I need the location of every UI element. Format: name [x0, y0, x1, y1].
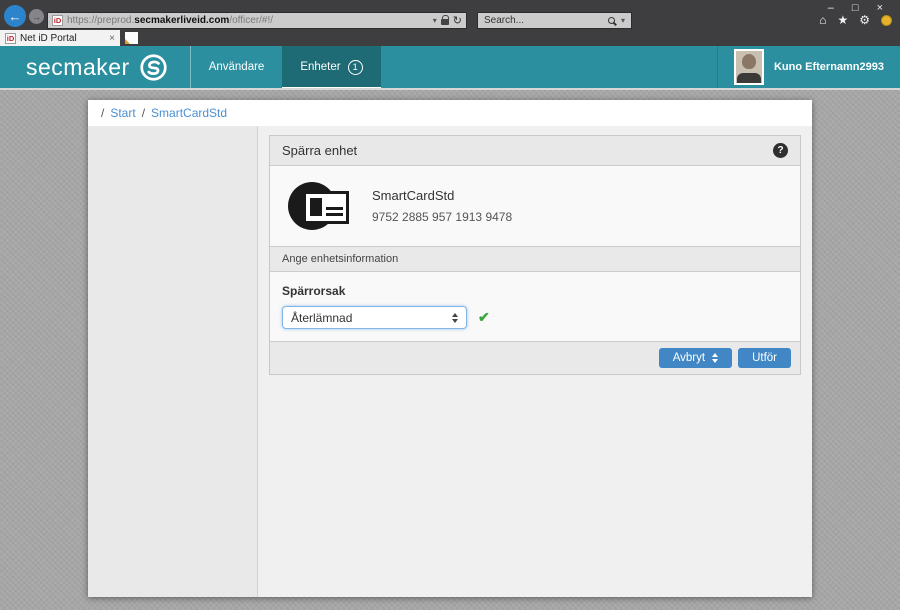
search-box[interactable]: Search... ▾: [477, 12, 632, 29]
favorites-star-icon[interactable]: ★: [837, 13, 848, 27]
forward-button[interactable]: →: [29, 9, 44, 24]
refresh-icon[interactable]: ↻: [453, 14, 462, 27]
panel-footer: Avbryt Utför: [270, 341, 800, 374]
url-text: https://preprod.secmakerliveid.com/offic…: [67, 15, 429, 26]
url-domain: secmakerliveid.com: [134, 15, 230, 26]
back-icon: ←: [8, 8, 22, 24]
block-device-panel: Spärra enhet ? SmartCardStd 9752 2885 95…: [269, 135, 801, 375]
search-icon[interactable]: [607, 17, 615, 24]
feedback-smiley-icon[interactable]: [881, 14, 892, 26]
section-header: Ange enhetsinformation: [270, 246, 800, 272]
user-menu[interactable]: Kuno Efternamn2993: [716, 46, 900, 88]
browser-toolbar-icons: ⌂ ★ ⚙: [819, 13, 892, 27]
panel-title: Spärra enhet: [282, 143, 358, 158]
panel-header: Spärra enhet ?: [270, 136, 800, 166]
url-subdomain: preprod.: [97, 15, 135, 26]
submit-button[interactable]: Utför: [738, 348, 791, 368]
breadcrumb-link-smartcardstd[interactable]: SmartCardStd: [151, 106, 227, 120]
block-reason-row: Återlämnad ✔: [282, 306, 788, 329]
cancel-button-label: Avbryt: [672, 352, 706, 364]
browser-window: ← → iD https://preprod.secmakerliveid.co…: [0, 0, 900, 610]
smartcard-icon-line: [326, 207, 343, 210]
submit-button-label: Utför: [752, 352, 777, 364]
content-card: / Start / SmartCardStd Spärra enhet ? Sm…: [88, 100, 812, 597]
main-nav: Användare Enheter 1: [189, 46, 381, 90]
device-texts: SmartCardStd 9752 2885 957 1913 9478: [372, 188, 512, 224]
user-name: Kuno Efternamn2993: [773, 61, 884, 73]
secmaker-s-icon: [140, 53, 167, 81]
tab-title: Net iD Portal: [20, 32, 77, 44]
secmaker-logo: secmaker: [0, 46, 190, 88]
search-placeholder: Search...: [484, 15, 525, 26]
main-content: Spärra enhet ? SmartCardStd 9752 2885 95…: [258, 126, 812, 597]
select-spinner-icon: [452, 312, 458, 323]
device-name: SmartCardStd: [372, 188, 455, 203]
breadcrumb-separator: /: [141, 106, 146, 120]
browser-tab[interactable]: iD Net iD Portal ×: [0, 30, 120, 46]
updown-arrows-icon: [712, 353, 719, 363]
avatar-photo: [735, 51, 762, 83]
enheter-count-badge: 1: [347, 59, 363, 75]
tab-favicon-icon: iD: [5, 32, 16, 44]
search-dropdown-icon[interactable]: ▾: [621, 16, 625, 25]
block-reason-select[interactable]: Återlämnad: [282, 306, 467, 329]
content-columns: Spärra enhet ? SmartCardStd 9752 2885 95…: [88, 126, 812, 597]
url-scheme: https://: [67, 15, 98, 26]
device-serial-number: 9752 2885 957 1913 9478: [372, 210, 513, 224]
address-dropdown-icon[interactable]: ▾: [433, 16, 437, 25]
back-button[interactable]: ←: [4, 5, 26, 27]
avatar: [733, 49, 764, 85]
smartcard-icon: [288, 180, 350, 232]
breadcrumb: / Start / SmartCardStd: [88, 100, 812, 126]
home-icon[interactable]: ⌂: [819, 13, 826, 27]
forward-icon: →: [32, 11, 41, 22]
valid-check-icon: ✔: [478, 309, 490, 325]
nav-item-enheter[interactable]: Enheter 1: [282, 46, 381, 90]
smartcard-icon-line: [326, 213, 343, 216]
smartcard-icon-photo: [310, 198, 322, 216]
breadcrumb-separator: /: [101, 106, 105, 120]
breadcrumb-link-start[interactable]: Start: [110, 106, 135, 120]
settings-gear-icon[interactable]: ⚙: [859, 13, 870, 27]
left-sidebar: [88, 126, 258, 597]
help-icon[interactable]: ?: [773, 143, 788, 158]
new-tab-button[interactable]: [125, 32, 138, 44]
tab-close-icon[interactable]: ×: [109, 33, 115, 44]
nav-label: Användare: [208, 61, 265, 73]
device-summary: SmartCardStd 9752 2885 957 1913 9478: [270, 166, 800, 246]
url-path: /officer/#!/: [229, 15, 274, 26]
site-favicon-icon: iD: [52, 15, 63, 26]
block-reason-label: Spärrorsak: [282, 284, 346, 298]
nav-label: Enheter: [300, 61, 341, 73]
cancel-button[interactable]: Avbryt: [658, 348, 733, 368]
browser-chrome: ← → iD https://preprod.secmakerliveid.co…: [0, 0, 900, 30]
address-bar[interactable]: iD https://preprod.secmakerliveid.com/of…: [47, 12, 467, 29]
page-background: / Start / SmartCardStd Spärra enhet ? Sm…: [0, 88, 900, 610]
tab-strip: iD Net iD Portal ×: [0, 30, 900, 46]
block-reason-value: Återlämnad: [291, 310, 353, 325]
logo-text: secmaker: [26, 53, 130, 80]
smartcard-icon-card: [303, 191, 349, 224]
app-header: secmaker Användare Enheter 1 Kuno Eftern…: [0, 46, 900, 90]
device-info-form: Spärrorsak Återlämnad ✔: [270, 272, 800, 341]
nav-item-anvandare[interactable]: Användare: [191, 46, 283, 88]
lock-icon: [440, 15, 449, 25]
